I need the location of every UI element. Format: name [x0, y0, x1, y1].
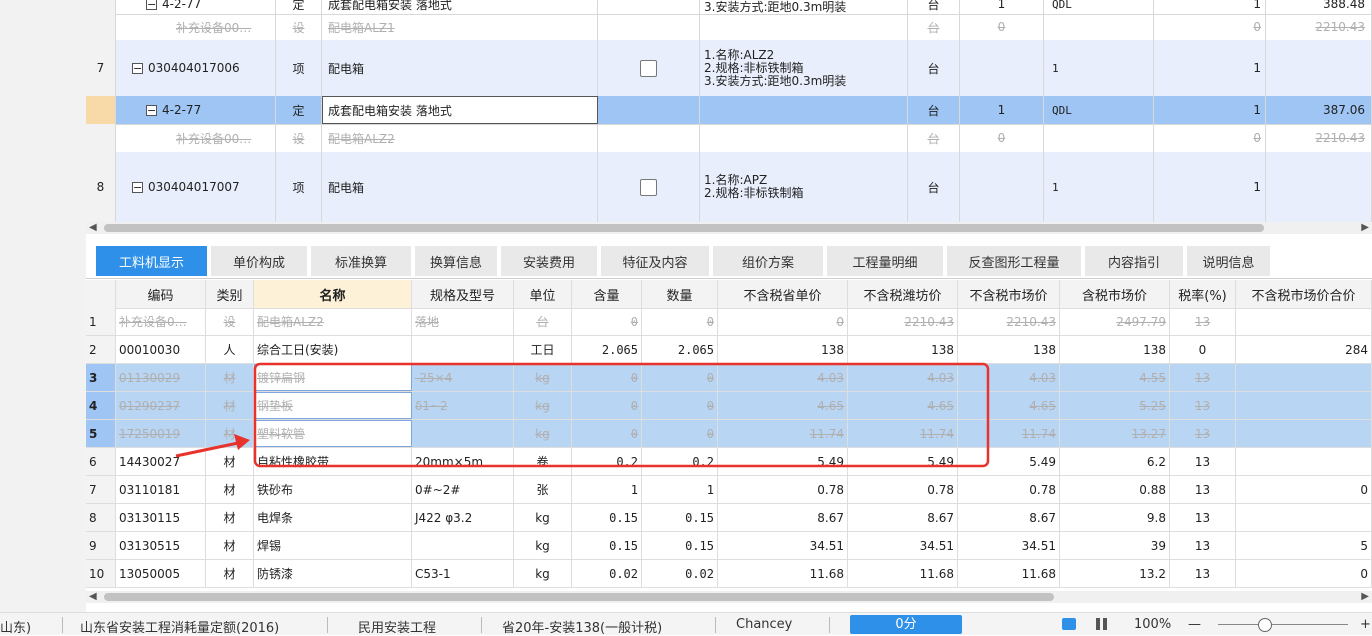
zoom-slider-handle[interactable] — [1258, 618, 1272, 632]
zoom-in-button[interactable]: + — [1360, 617, 1371, 632]
scroll-left-icon[interactable]: ◀ — [89, 591, 97, 602]
status-category[interactable]: 民用安装工程 — [358, 617, 436, 636]
annotation-red-box — [253, 362, 990, 468]
lower-horizontal-scrollbar[interactable]: ◀ ▶ — [86, 591, 1372, 603]
annotation-overlay — [175, 362, 990, 468]
score-button[interactable]: 0分 — [850, 615, 962, 634]
status-price-file[interactable]: 省20年-安装138(一般计税) — [502, 617, 662, 636]
zoom-level: 100% — [1134, 617, 1172, 632]
list-view-icon[interactable] — [1062, 618, 1076, 630]
annotation-arrow-head — [234, 434, 250, 450]
status-bar: 山东) 山东省安装工程消耗量定额(2016) 民用安装工程 省20年-安装138… — [0, 612, 1372, 636]
annotation-arrow-line — [175, 441, 239, 458]
status-user[interactable]: Chancey — [736, 617, 792, 632]
status-region: 山东) — [0, 621, 32, 636]
zoom-out-button[interactable]: — — [1188, 617, 1201, 632]
scroll-right-icon[interactable]: ▶ — [1361, 591, 1369, 602]
scroll-thumb[interactable] — [104, 593, 1054, 601]
zoom-slider-track[interactable] — [1218, 624, 1348, 625]
column-view-icon[interactable] — [1096, 618, 1100, 630]
status-norm[interactable]: 山东省安装工程消耗量定额(2016) — [80, 617, 279, 636]
